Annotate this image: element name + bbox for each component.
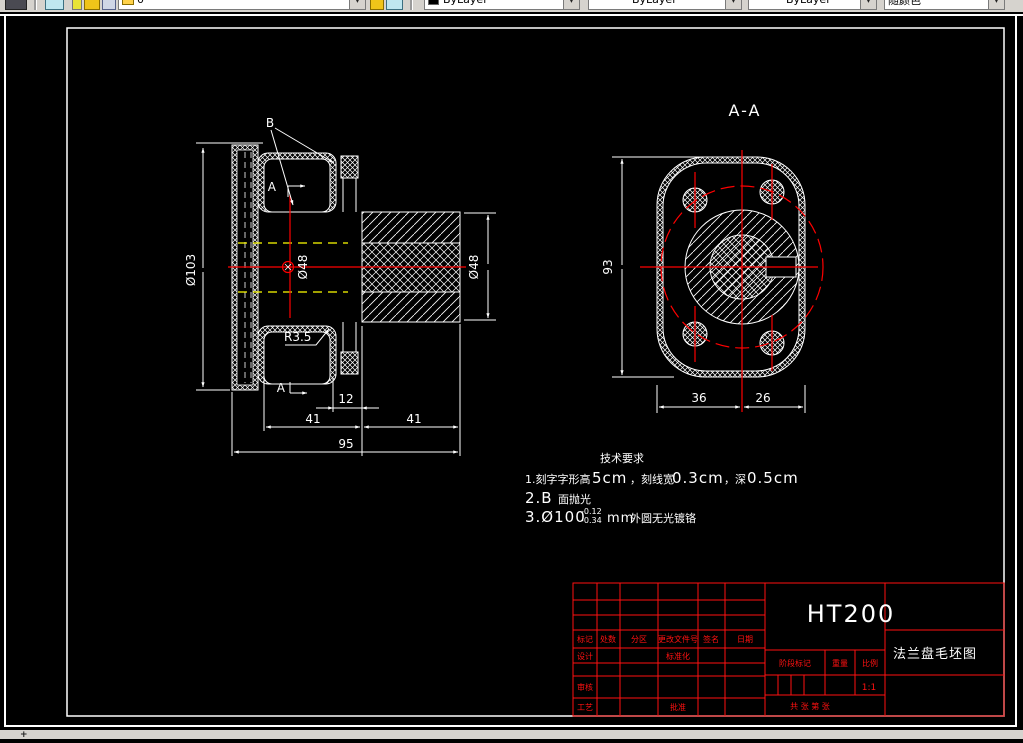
tech-line1-p4: 0.3cm: [672, 469, 724, 487]
tb-label-scale: 比例: [862, 658, 878, 668]
tech-line1-p6: 0.5cm: [747, 469, 799, 487]
tb-label-stage-mark: 阶段标记: [779, 658, 811, 668]
tb-label-sign: 签名: [703, 634, 719, 644]
dim-length-left: 41: [305, 412, 320, 426]
tech-tolerance-lower: -0.34: [581, 516, 602, 525]
drawing-title: 法兰盘毛坯图: [893, 646, 977, 662]
dim-groove-width: 12: [338, 392, 353, 406]
tech-tolerance-upper: -0.12: [581, 507, 602, 516]
tb-label-date: 日期: [737, 635, 753, 644]
dim-length-total: 95: [338, 437, 353, 451]
dim-boss-od: Ø48: [467, 255, 481, 280]
tb-label-zone: 分区: [631, 635, 647, 644]
tech-line1-p3: ，刻线宽: [630, 472, 674, 486]
dim-flange-od: Ø103: [184, 254, 198, 286]
tech-line1-p1: 1.刻字字形高: [525, 472, 591, 486]
dim-section-height: 93: [601, 259, 615, 274]
drawing-canvas[interactable]: Ø103 Ø48 Ø48 R3.5 12 41 41 95 B A A A-A …: [0, 0, 1023, 739]
tb-label-audit: 审核: [577, 682, 593, 692]
section-a-bottom-label: A: [277, 381, 286, 395]
tech-line3-p3: 外圆无光镀铬: [630, 511, 696, 525]
dim-fillet: R3.5: [284, 330, 311, 344]
tb-label-weight: 重量: [832, 658, 848, 668]
tb-scale-value: 1:1: [862, 683, 876, 693]
section-a-top-label: A: [268, 180, 277, 194]
tech-line1-p5: ，深: [724, 473, 746, 486]
tb-label-design: 设计: [577, 651, 593, 661]
tech-requirements: 技术要求 1.刻字字形高 5cm ，刻线宽 0.3cm ，深 0.5cm 2.B…: [525, 452, 799, 526]
dim-length-right: 41: [406, 412, 421, 426]
tech-line2-p2: 面抛光: [558, 492, 591, 506]
tech-line2-p1: 2.B: [525, 489, 553, 507]
tb-label-standard: 标准化: [666, 651, 690, 661]
tb-label-approve: 批准: [670, 702, 686, 712]
tech-line3-p1: 3.Ø100: [525, 508, 586, 526]
tb-label-change-doc: 更改文件号: [658, 634, 698, 644]
dim-center-hole: Ø48: [296, 255, 310, 280]
section-title: A-A: [729, 101, 762, 120]
tb-label-mark: 标记: [577, 634, 593, 644]
tb-label-process: 工艺: [577, 703, 593, 712]
tech-line1-p2: 5cm: [592, 469, 627, 487]
dim-section-right: 26: [755, 391, 770, 405]
surface-b-label: B: [266, 116, 274, 130]
material-designation: HT200: [807, 600, 896, 628]
tb-label-qty: 处数: [600, 634, 616, 644]
tech-title: 技术要求: [600, 452, 644, 465]
tb-sheets: 共 张 第 张: [790, 701, 830, 711]
dim-section-left: 36: [691, 391, 706, 405]
